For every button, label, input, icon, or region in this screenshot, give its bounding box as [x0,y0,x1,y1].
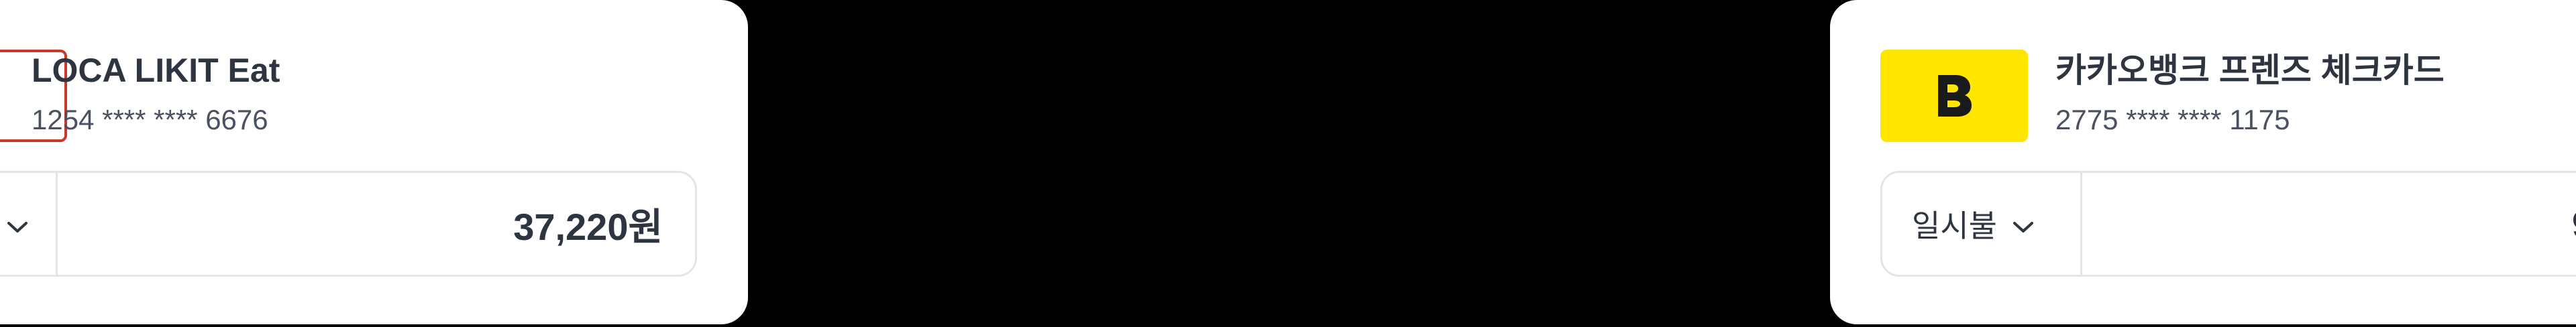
card-item-kakaobank[interactable]: 카카오뱅크 프렌즈 체크카드 2775 **** **** 1175 일시불 9… [1830,0,2576,324]
installment-select[interactable] [0,173,58,275]
installment-label: 일시불 [1912,208,1997,243]
payment-amount-text: 9, [2572,202,2576,246]
payment-row: 일시불 9, [1880,171,2576,277]
payment-row: 37,220원 [0,171,697,277]
chevron-down-icon [6,206,29,242]
chevron-down-icon [2012,206,2035,242]
card-name: 카카오뱅크 프렌즈 체크카드 [2055,52,2445,89]
card-number: 2775 **** **** 1175 [2055,104,2290,135]
card-strip: LOCA LIKIT Eat 1254 **** **** 6676 37,22… [0,0,2576,327]
payment-amount: 9, [2082,173,2576,275]
kakaobank-b-logo [1938,75,1972,117]
payment-amount: 37,220원 [513,205,663,248]
card-item-loca[interactable]: LOCA LIKIT Eat 1254 **** **** 6676 37,22… [0,0,748,324]
card-number: 1254 **** **** 6676 [32,104,268,135]
card-name: LOCA LIKIT Eat [32,52,280,89]
installment-select[interactable]: 일시불 [1882,173,2082,275]
card-thumbnail [1880,50,2028,142]
